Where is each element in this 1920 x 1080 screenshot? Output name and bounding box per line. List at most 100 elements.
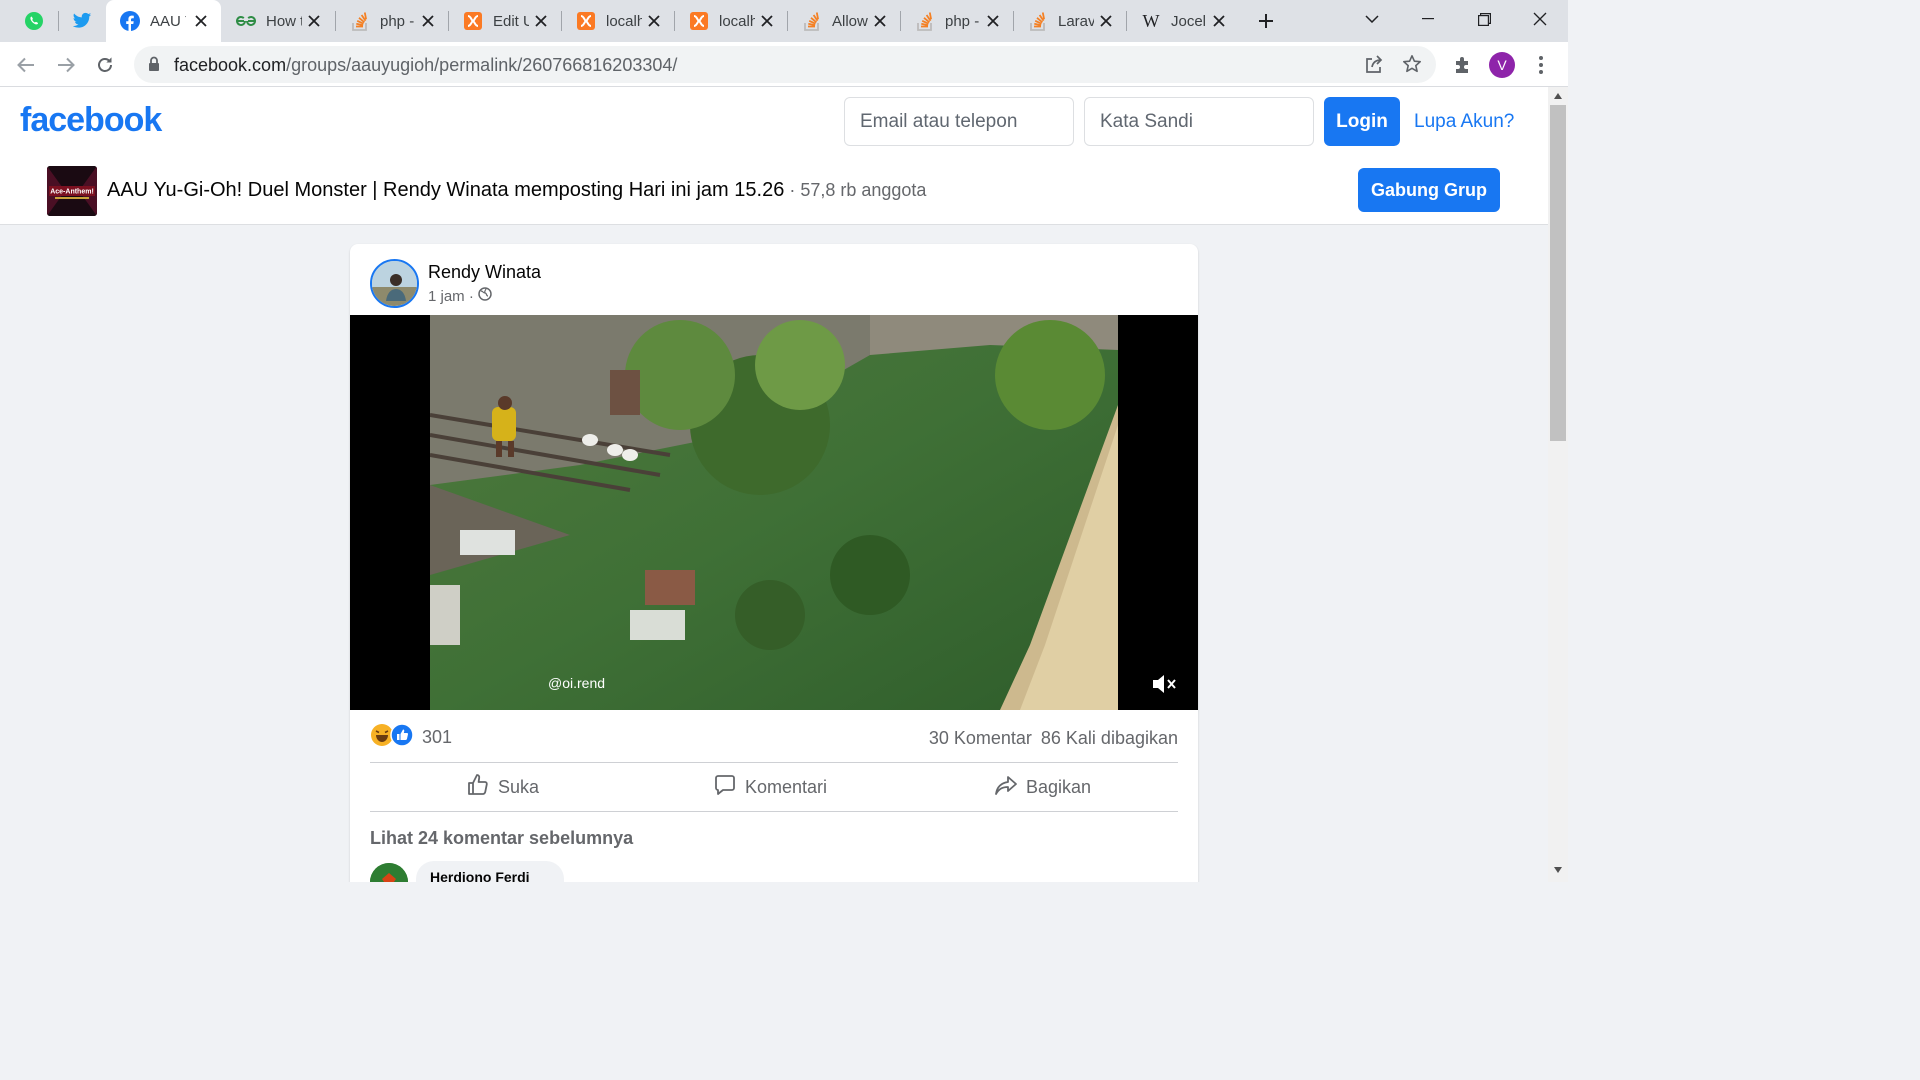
post-video[interactable]: @oi.rend: [350, 315, 1198, 710]
pinned-tab-whatsapp[interactable]: [10, 0, 58, 42]
stackoverflow-icon: [802, 11, 822, 31]
twitter-icon: [72, 12, 92, 28]
group-thumbnail[interactable]: Ace-Anthem!: [47, 166, 97, 216]
page-scrollbar[interactable]: [1548, 87, 1568, 882]
scroll-down-icon[interactable]: [1554, 867, 1562, 873]
address-bar[interactable]: facebook.com/groups/aauyugioh/permalink/…: [134, 46, 1436, 83]
group-member-count: · 57,8 rb anggota: [784, 180, 927, 200]
comment-bubble: Herdiono Ferdi: [416, 861, 564, 882]
forgot-account-link[interactable]: Lupa Akun?: [1414, 111, 1514, 133]
reload-button[interactable]: [91, 51, 119, 79]
tab-title: How to: [266, 12, 302, 30]
tab-stackoverflow-allow[interactable]: Allow: [788, 0, 900, 42]
close-tab-icon[interactable]: [983, 11, 1003, 31]
commenter-name[interactable]: Herdiono Ferdi: [430, 869, 530, 882]
reaction-count: 301: [422, 726, 453, 747]
facebook-icon: [120, 11, 140, 31]
forward-button[interactable]: [52, 51, 80, 79]
password-field[interactable]: [1084, 97, 1314, 146]
stackoverflow-icon: [350, 11, 370, 31]
close-tab-icon[interactable]: [191, 11, 211, 31]
tab-title: Jocel: [1171, 12, 1207, 30]
whatsapp-icon: [25, 12, 43, 30]
url-host: facebook.com: [174, 55, 287, 75]
tab-search-button[interactable]: [1344, 0, 1400, 38]
profile-button[interactable]: V: [1488, 51, 1516, 79]
menu-button[interactable]: [1527, 51, 1555, 79]
xampp-icon: [576, 11, 596, 31]
plus-icon: [1259, 14, 1273, 28]
video-frame[interactable]: @oi.rend: [430, 315, 1118, 710]
video-watermark: @oi.rend: [548, 675, 606, 691]
tab-title: Larav: [1058, 12, 1094, 30]
post-time[interactable]: 1 jam ·: [428, 288, 474, 305]
close-tab-icon[interactable]: [644, 11, 664, 31]
join-group-button[interactable]: Gabung Grup: [1358, 168, 1500, 212]
email-field[interactable]: [844, 97, 1074, 146]
close-tab-icon[interactable]: [1096, 11, 1116, 31]
post-author[interactable]: Rendy Winata: [428, 262, 541, 283]
login-button[interactable]: Login: [1324, 97, 1400, 146]
close-tab-icon[interactable]: [870, 11, 890, 31]
mute-button[interactable]: [1150, 670, 1178, 698]
tab-xampp-edit[interactable]: Edit U: [449, 0, 561, 42]
tab-title: php -: [380, 12, 415, 30]
kebab-menu-icon: [1539, 56, 1543, 74]
puzzle-icon: [1456, 57, 1468, 73]
view-previous-comments-link[interactable]: Lihat 24 komentar sebelumnya: [370, 828, 633, 849]
share-button[interactable]: Bagikan: [994, 763, 1091, 811]
tab-xampp-localhost-1[interactable]: localh: [562, 0, 674, 42]
comment-count[interactable]: 30 Komentar: [929, 728, 1032, 749]
tab-xampp-localhost-2[interactable]: localh: [675, 0, 787, 42]
author-avatar[interactable]: [370, 259, 419, 308]
tab-title: localh: [606, 12, 642, 30]
group-bar: Ace-Anthem! AAU Yu-Gi-Oh! Duel Monster |…: [0, 157, 1548, 225]
video-still: [430, 315, 1118, 710]
chevron-down-icon: [1365, 15, 1379, 23]
tab-title: Allow: [832, 12, 868, 30]
tab-facebook-group[interactable]: AAU Yu-Gi-Oh!: [106, 0, 221, 42]
close-tab-icon[interactable]: [757, 11, 777, 31]
minimize-icon: [1422, 18, 1434, 20]
reaction-summary[interactable]: 301: [370, 722, 453, 750]
extensions-button[interactable]: [1449, 51, 1477, 79]
page-viewport: facebook Login Lupa Akun? Ace-Anthem! AA…: [0, 87, 1548, 882]
close-tab-icon[interactable]: [1209, 11, 1229, 31]
facebook-logo[interactable]: facebook: [20, 101, 162, 140]
bookmark-star-icon[interactable]: [1402, 54, 1422, 79]
close-window-button[interactable]: [1512, 0, 1568, 38]
lock-icon[interactable]: [148, 56, 160, 77]
tab-geeksforgeeks[interactable]: How to: [222, 0, 334, 42]
comment-button[interactable]: Komentari: [713, 763, 827, 811]
tab-title: localh: [719, 12, 755, 30]
tab-stackoverflow-php-2[interactable]: php -: [901, 0, 1013, 42]
scroll-up-icon[interactable]: [1554, 93, 1562, 99]
tab-stackoverflow-laravel[interactable]: Larav: [1014, 0, 1126, 42]
like-button[interactable]: Suka: [466, 763, 539, 811]
commenter-avatar[interactable]: [370, 863, 408, 882]
group-title-text[interactable]: AAU Yu-Gi-Oh! Duel Monster | Rendy Winat…: [107, 179, 784, 201]
wikipedia-icon: W: [1142, 10, 1160, 31]
muted-speaker-icon: [1153, 675, 1176, 693]
minimize-button[interactable]: [1400, 0, 1456, 38]
share-icon[interactable]: [1364, 54, 1384, 79]
tab-title: AAU Yu-Gi-Oh!: [150, 12, 186, 30]
scrollbar-thumb[interactable]: [1550, 105, 1566, 441]
tab-title: php -: [945, 12, 980, 30]
comment-bubble-icon: [713, 773, 737, 802]
close-tab-icon[interactable]: [304, 11, 324, 31]
close-tab-icon[interactable]: [418, 11, 438, 31]
close-tab-icon[interactable]: [531, 11, 551, 31]
back-button[interactable]: [12, 51, 40, 79]
pinned-tab-twitter[interactable]: [58, 0, 106, 42]
tab-stackoverflow-php-1[interactable]: php -: [336, 0, 448, 42]
url-text: facebook.com/groups/aauyugioh/permalink/…: [174, 55, 677, 76]
new-tab-button[interactable]: [1242, 0, 1290, 42]
share-count[interactable]: 86 Kali dibagikan: [1041, 728, 1178, 749]
post-stats: 30 Komentar 86 Kali dibagikan: [929, 728, 1178, 749]
restore-button[interactable]: [1456, 0, 1512, 38]
group-thumbnail-text: Ace-Anthem!: [50, 189, 94, 196]
restore-icon: [1477, 12, 1491, 26]
tab-wikipedia[interactable]: W Jocel: [1127, 0, 1239, 42]
post-actions: Suka Komentari Bagikan: [370, 762, 1178, 812]
